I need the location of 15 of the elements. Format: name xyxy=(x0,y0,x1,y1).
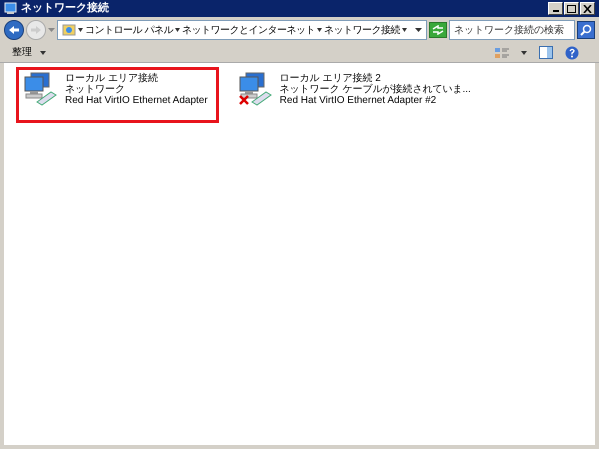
connection-name: ローカル エリア接続 xyxy=(65,73,159,84)
search-field[interactable]: ネットワーク接続の検索 xyxy=(449,20,575,40)
breadcrumb-item[interactable]: ネットワークとインターネット xyxy=(182,22,315,38)
connection-item[interactable]: ローカル エリア接続 2 ネットワーク ケーブルが接続されていま... Red Hat VirtIO Ethernet Adapter #2 xyxy=(230,67,482,123)
connection-item[interactable]: ローカル エリア接続 ネットワーク Red Hat VirtIO Ethernet Adapter xyxy=(16,67,219,123)
breadcrumb-item[interactable]: コントロール パネル xyxy=(85,22,173,38)
adapter-name: Red Hat VirtIO Ethernet Adapter xyxy=(65,95,208,106)
connection-status: ネットワーク ケーブルが接続されていま... xyxy=(280,84,471,95)
window-title: ネットワーク接続 xyxy=(21,0,109,16)
connection-status: ネットワーク xyxy=(65,84,126,95)
organize-menu[interactable]: 整理 xyxy=(12,45,46,60)
breadcrumb-item[interactable]: ネットワーク接続 xyxy=(324,22,400,38)
connection-name: ローカル エリア接続 2 xyxy=(280,73,382,84)
adapter-name: Red Hat VirtIO Ethernet Adapter #2 xyxy=(280,95,438,106)
address-bar[interactable]: コントロール パネル ネットワークとインターネット ネットワーク接続 xyxy=(57,20,427,40)
